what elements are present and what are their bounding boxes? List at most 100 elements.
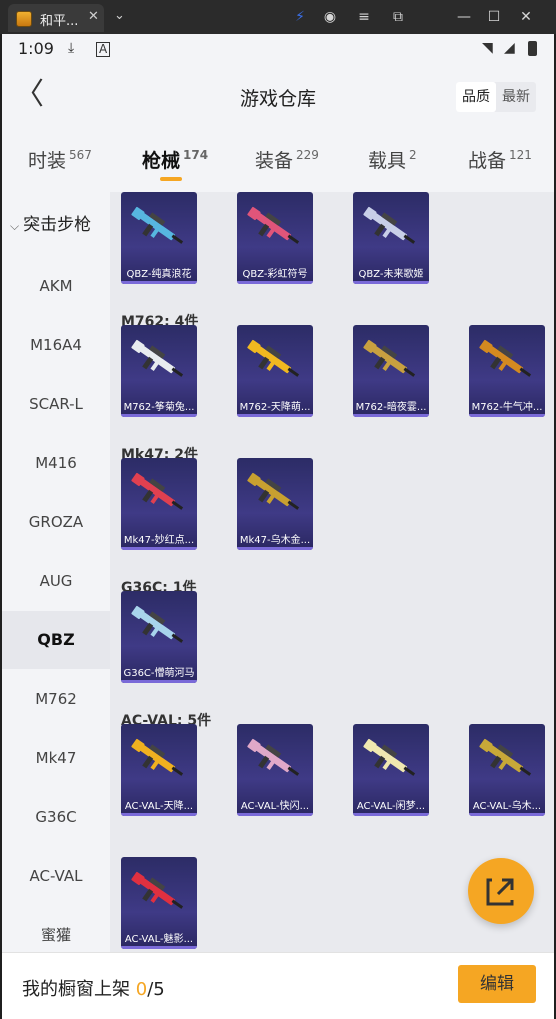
tab-count: 121 [509,148,532,162]
share-button[interactable] [468,858,534,924]
weapon-name: AC-VAL-闲梦... [356,801,426,812]
tab-dropdown-icon[interactable]: ⌄ [114,8,125,23]
weapon-card[interactable]: AC-VAL-快闪... [237,724,313,816]
weapon-card[interactable]: QBZ-未来歌姬 [353,192,429,284]
rarity-bar [121,813,197,816]
tab-weapons[interactable]: 枪械 174 [142,146,208,173]
tab-label: 枪械 [142,150,181,172]
rarity-bar [237,547,313,550]
sidebar-item-qbz[interactable]: QBZ [2,611,110,669]
tab-label: 战备 [468,150,507,172]
download-icon: ⤓ [68,40,75,56]
showcase-label: 我的橱窗上架 [22,979,130,1000]
weapon-name: M762-天降萌... [239,402,311,413]
weapon-name: AC-VAL-天降... [124,801,194,812]
weapon-name: M762-牛气冲... [471,402,543,413]
sidebar-item-aug[interactable]: AUG [2,552,110,610]
chevron-down-icon: ⌵ [10,219,20,233]
app-tab[interactable]: 和平... ✕ [8,4,104,32]
rarity-bar [121,680,197,683]
sidebar-item-mk47[interactable]: Mk47 [2,729,110,787]
weapon-type-sidebar: ⌵ 突击步枪 AKM M16A4 SCAR-L M416 GROZA AUG QBZ M762 M… [2,192,110,952]
sidebar-item-groza[interactable]: GROZA [2,493,110,551]
showcase-count: 0 [135,979,148,1000]
weapon-icon [247,339,300,377]
rarity-bar [121,547,197,550]
account-icon[interactable]: ◉ [320,7,340,27]
sidebar-item-m762[interactable]: M762 [2,670,110,728]
edit-button[interactable]: 编辑 [458,965,536,1003]
tab-war-prep[interactable]: 战备 121 [468,146,532,173]
rarity-bar [237,414,313,417]
weapon-icon [247,472,300,510]
close-icon[interactable]: ✕ [516,7,536,27]
app-icon [16,11,32,27]
weapon-icon [131,738,184,776]
window-titlebar: 和平... ✕ ⌄ ⚡ ◉ ≡ ⧉ — ☐ ✕ [0,0,556,34]
weapon-card[interactable]: AC-VAL-闲梦... [353,724,429,816]
signal-icon: ◢ [504,40,515,56]
weapon-name: Mk47-乌木金... [239,535,311,546]
weapon-card[interactable]: Mk47-乌木金... [237,458,313,550]
rarity-bar [121,281,197,284]
sidebar-item-akm[interactable]: AKM [2,257,110,315]
showcase-status: 我的橱窗上架 0/5 [22,975,165,1001]
tab-close-icon[interactable]: ✕ [88,9,99,24]
weapon-card[interactable]: G36C-懵萌河马 [121,591,197,683]
rarity-bar [353,414,429,417]
weapon-name: AC-VAL-魅影... [124,934,194,945]
weapon-card[interactable]: AC-VAL-乌木... [469,724,545,816]
tab-equipment[interactable]: 装备 229 [255,146,319,173]
sidebar-group-label: 突击步枪 [23,215,92,235]
weapon-card[interactable]: Mk47-妙红点... [121,458,197,550]
weapon-icon [131,472,184,510]
sort-quality-button[interactable]: 品质 [456,82,496,112]
weapon-card[interactable]: QBZ-彩虹符号 [237,192,313,284]
tab-count: 229 [296,148,319,162]
tab-fashion[interactable]: 时装 567 [28,146,92,173]
active-tab-indicator [160,177,182,181]
sort-newest-button[interactable]: 最新 [496,82,536,112]
sidebar-item-ac-val[interactable]: AC-VAL [2,847,110,905]
weapon-card[interactable]: AC-VAL-魅影... [121,857,197,949]
sidebar-item-蜜獾[interactable]: 蜜獾 [2,906,110,952]
weapon-icon [131,605,184,643]
weapon-icon [247,738,300,776]
menu-icon[interactable]: ≡ [354,7,374,27]
weapon-card[interactable]: QBZ-纯真浪花 [121,192,197,284]
weapon-card[interactable]: M762-筝菊兔... [121,325,197,417]
tab-vehicles[interactable]: 载具 2 [368,146,417,173]
rarity-bar [237,813,313,816]
sort-toggle: 品质 最新 [456,82,536,112]
sidebar-item-scar-l[interactable]: SCAR-L [2,375,110,433]
showcase-total: /5 [147,979,165,1000]
tab-count: 2 [409,148,417,162]
sidebar-group-header[interactable]: ⌵ 突击步枪 [10,210,91,235]
rarity-bar [121,946,197,949]
weapon-card[interactable]: M762-天降萌... [237,325,313,417]
restore-icon[interactable]: ⧉ [388,7,408,27]
weapon-name: QBZ-未来歌姬 [358,269,424,280]
weapon-icon [131,339,184,377]
wifi-icon: ◥ [482,40,493,56]
page-header: 〈 游戏仓库 品质 最新 [2,64,554,130]
weapon-name: AC-VAL-快闪... [240,801,310,812]
rarity-bar [237,281,313,284]
sidebar-item-m416[interactable]: M416 [2,434,110,492]
rarity-bar [121,414,197,417]
bottom-bar: 我的橱窗上架 0/5 编辑 [2,952,554,1019]
sidebar-item-m16a4[interactable]: M16A4 [2,316,110,374]
category-tabs: 时装 567 枪械 174 装备 229 载具 2 战备 121 [2,130,554,190]
weapon-name: AC-VAL-乌木... [472,801,542,812]
minimize-icon[interactable]: — [454,7,474,27]
sidebar-item-g36c[interactable]: G36C [2,788,110,846]
weapon-card[interactable]: AC-VAL-天降... [121,724,197,816]
status-time: 1:09 [18,39,54,58]
maximize-icon[interactable]: ☐ [484,7,504,27]
weapon-name: M762-筝菊兔... [123,402,195,413]
weapon-card[interactable]: M762-牛气冲... [469,325,545,417]
external-link-icon [486,878,514,906]
thunder-icon[interactable]: ⚡ [290,7,310,27]
weapon-name: QBZ-彩虹符号 [242,269,308,280]
weapon-card[interactable]: M762-暗夜霎... [353,325,429,417]
